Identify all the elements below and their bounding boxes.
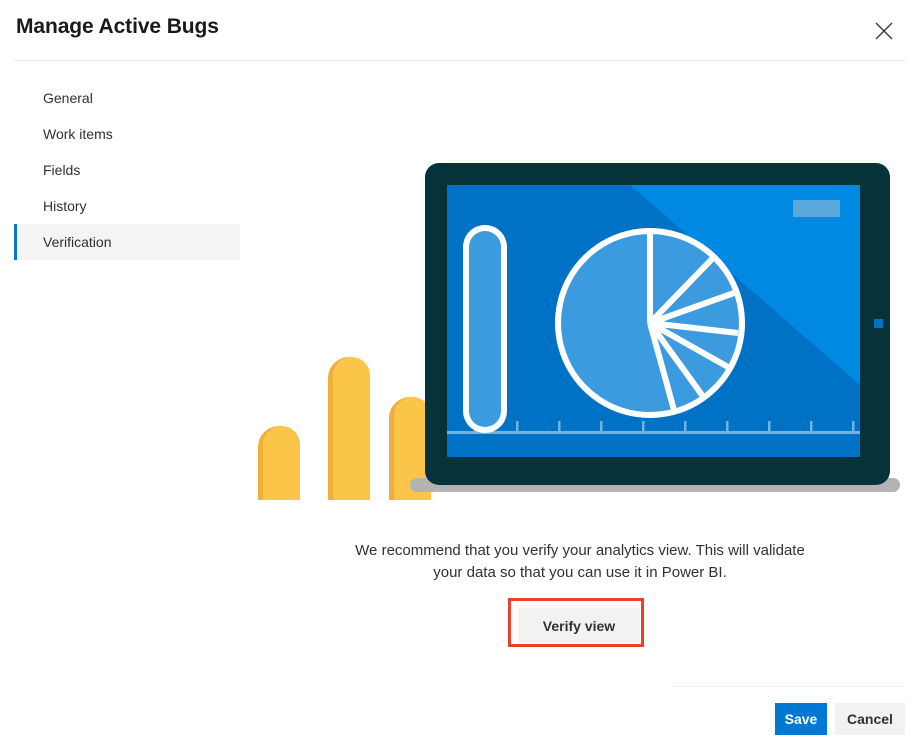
header-divider: [14, 60, 905, 61]
manage-active-bugs-dialog: Manage Active Bugs General Work items Fi…: [0, 0, 922, 751]
sidebar-item-label: General: [43, 90, 93, 106]
verify-view-button[interactable]: Verify view: [518, 608, 640, 643]
footer-divider: [672, 686, 905, 687]
close-button[interactable]: [862, 10, 906, 52]
dialog-header: Manage Active Bugs: [0, 0, 922, 61]
dialog-footer: Save Cancel: [0, 700, 922, 751]
sidebar-item-fields[interactable]: Fields: [14, 152, 240, 188]
sidebar-item-verification[interactable]: Verification: [14, 224, 240, 260]
verify-view-highlight: Verify view: [508, 598, 644, 647]
sidebar-item-history[interactable]: History: [14, 188, 240, 224]
settings-sidebar: General Work items Fields History Verifi…: [14, 80, 240, 260]
sidebar-item-general[interactable]: General: [14, 80, 240, 116]
sidebar-item-label: Work items: [43, 126, 113, 142]
yellow-bar-group: [258, 357, 431, 500]
cancel-button[interactable]: Cancel: [835, 703, 905, 735]
verification-panel: We recommend that you verify your analyt…: [250, 70, 910, 670]
page-title: Manage Active Bugs: [16, 15, 219, 38]
sidebar-item-label: Verification: [43, 234, 112, 250]
sidebar-item-label: Fields: [43, 162, 81, 178]
verification-description: We recommend that you verify your analyt…: [355, 542, 805, 581]
close-icon: [873, 20, 895, 42]
sidebar-item-label: History: [43, 198, 87, 214]
analytics-tablet-illustration: [250, 155, 910, 500]
sidebar-item-work-items[interactable]: Work items: [14, 116, 240, 152]
save-button[interactable]: Save: [775, 703, 827, 735]
pie-chart: [555, 228, 745, 418]
